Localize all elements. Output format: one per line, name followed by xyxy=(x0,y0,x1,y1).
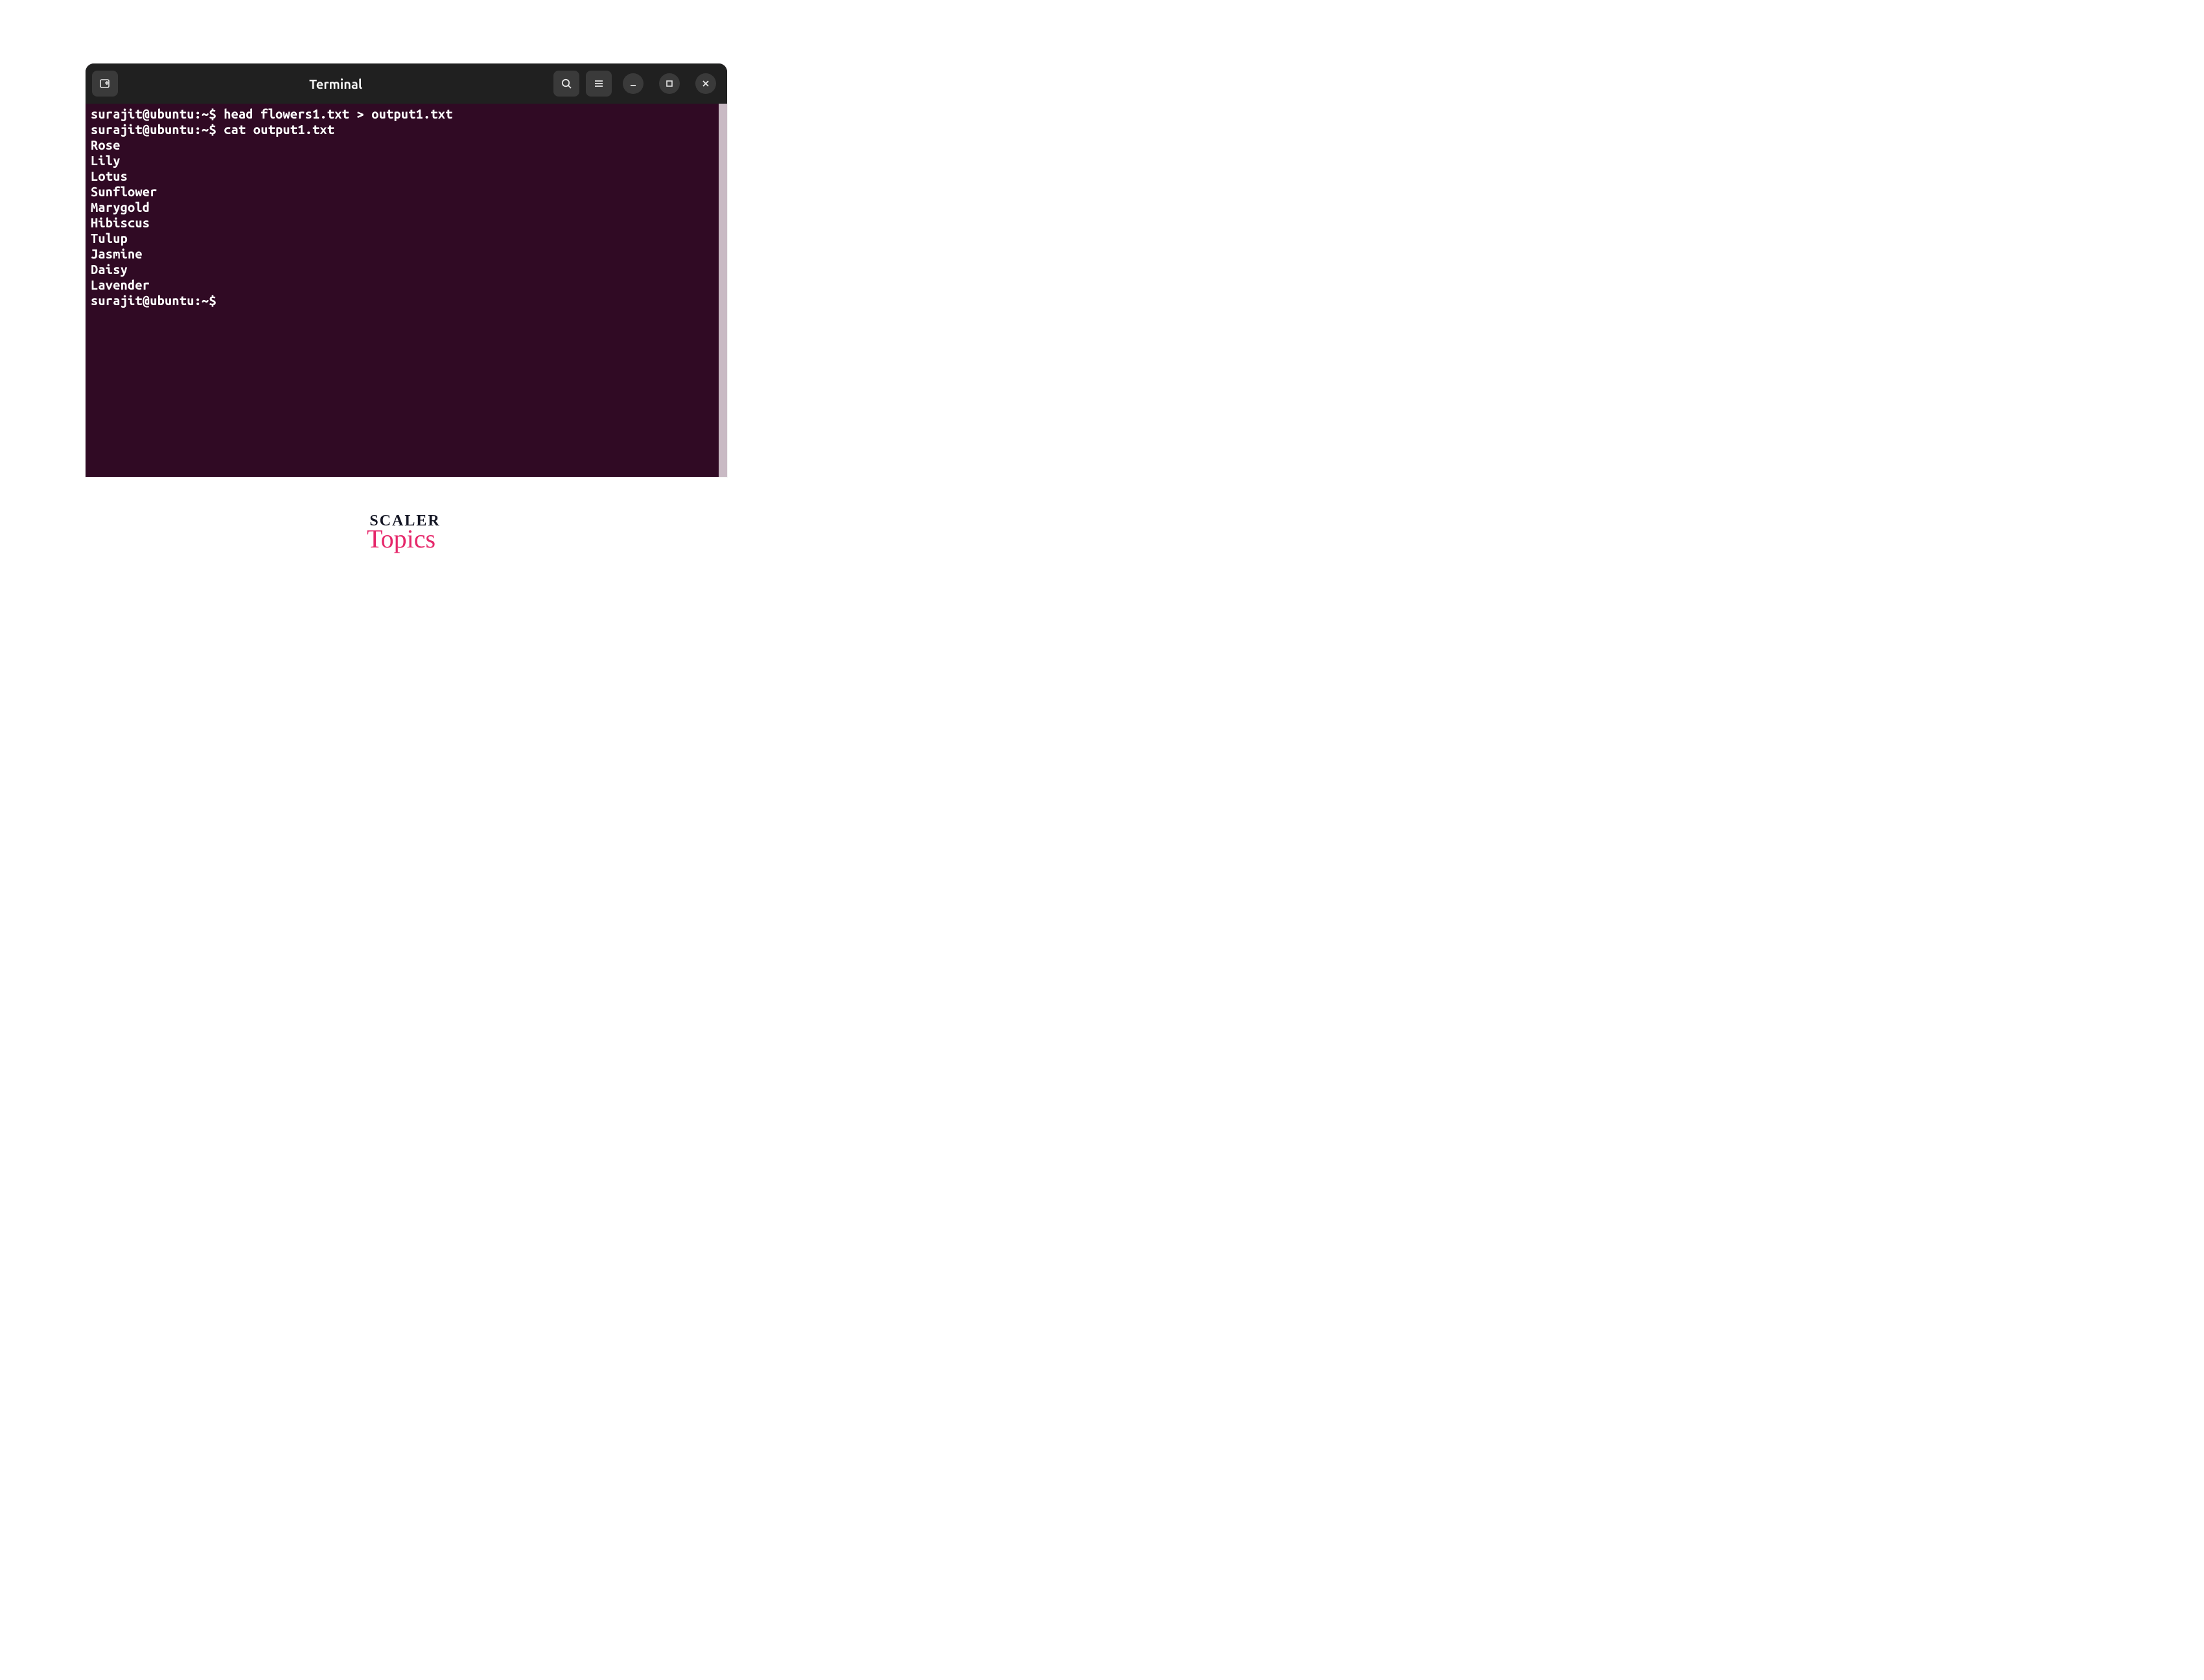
output-line: Marygold xyxy=(91,200,722,215)
output-line: Lily xyxy=(91,153,722,168)
search-button[interactable] xyxy=(553,71,579,97)
output-line: Tulup xyxy=(91,231,722,246)
output-line: Jasmine xyxy=(91,246,722,262)
output-line: Sunflower xyxy=(91,184,722,200)
command-line: surajit@ubuntu:~$ head flowers1.txt > ou… xyxy=(91,106,722,122)
output-line: Hibiscus xyxy=(91,215,722,231)
maximize-icon xyxy=(665,79,674,88)
search-icon xyxy=(560,77,573,90)
command-text: cat output1.txt xyxy=(224,122,334,137)
command-line: surajit@ubuntu:~$ cat output1.txt xyxy=(91,122,722,137)
brand-logo: SCALER Topics xyxy=(366,513,444,551)
titlebar: Terminal xyxy=(86,63,727,104)
hamburger-icon xyxy=(592,77,605,90)
output-line: Daisy xyxy=(91,262,722,277)
minimize-icon xyxy=(629,79,638,88)
new-tab-icon xyxy=(99,77,111,90)
brand-line-2: Topics xyxy=(362,527,440,551)
menu-button[interactable] xyxy=(586,71,612,97)
terminal-window: Terminal xyxy=(86,63,727,477)
prompt: surajit@ubuntu:~$ xyxy=(91,122,224,137)
output-line: Lavender xyxy=(91,277,722,293)
close-icon xyxy=(701,79,710,88)
scrollbar[interactable] xyxy=(719,104,727,477)
output-line: Lotus xyxy=(91,168,722,184)
prompt: surajit@ubuntu:~$ xyxy=(91,106,224,121)
window-title: Terminal xyxy=(309,76,362,91)
new-tab-button[interactable] xyxy=(92,71,118,97)
output-line: Rose xyxy=(91,137,722,153)
close-button[interactable] xyxy=(695,73,716,94)
minimize-button[interactable] xyxy=(623,73,644,94)
command-text: head flowers1.txt > output1.txt xyxy=(224,106,452,121)
maximize-button[interactable] xyxy=(659,73,680,94)
command-line: surajit@ubuntu:~$ xyxy=(91,293,722,308)
prompt: surajit@ubuntu:~$ xyxy=(91,293,224,308)
terminal-body[interactable]: surajit@ubuntu:~$ head flowers1.txt > ou… xyxy=(86,104,727,477)
